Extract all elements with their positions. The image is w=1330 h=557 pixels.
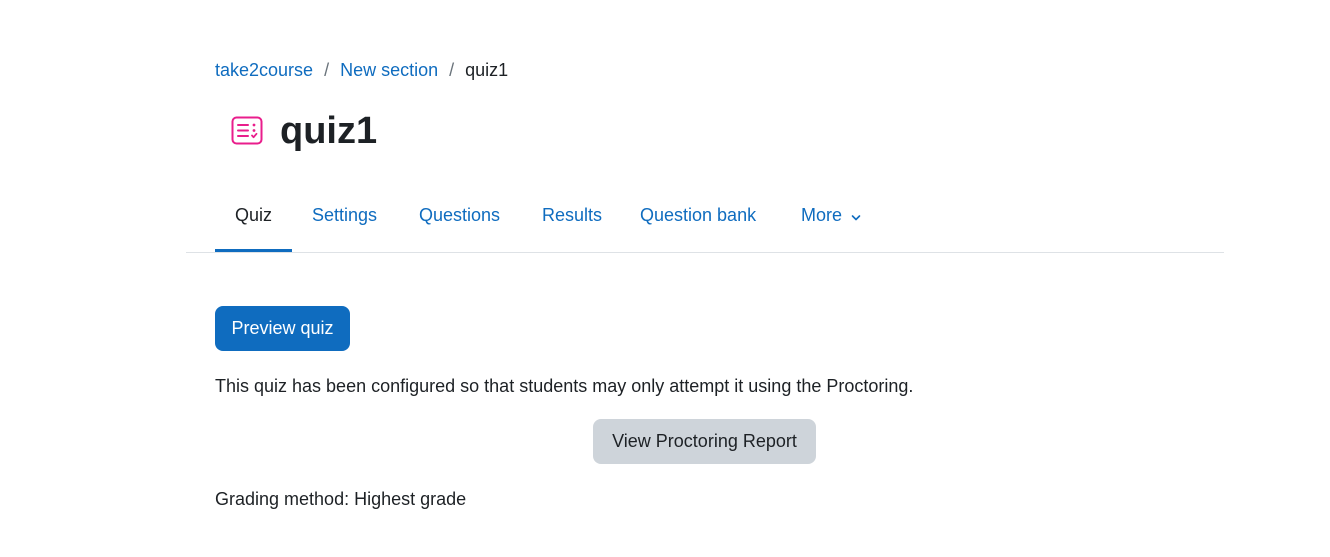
breadcrumb-link-section[interactable]: New section xyxy=(340,58,438,82)
tab-label: Results xyxy=(542,205,603,225)
page-header: quiz1 xyxy=(224,106,377,156)
tab-settings[interactable]: Settings xyxy=(312,190,377,250)
proctoring-info-text: This quiz has been configured so that st… xyxy=(215,376,914,396)
page-title: quiz1 xyxy=(280,110,378,152)
tab-label: Quiz xyxy=(235,205,273,225)
secondary-navigation: Quiz Settings Questions Results Question… xyxy=(186,190,1224,253)
chevron-down-icon xyxy=(851,191,861,241)
tab-questions[interactable]: Questions xyxy=(419,190,500,250)
tab-label: More xyxy=(801,205,843,225)
breadcrumb: take2course / New section / quiz1 xyxy=(215,58,508,82)
tab-label: Settings xyxy=(312,205,378,225)
tab-results[interactable]: Results xyxy=(542,190,602,250)
tab-label: Question bank xyxy=(640,205,757,225)
tab-more[interactable]: More xyxy=(801,190,861,250)
quiz-icon xyxy=(224,106,270,156)
breadcrumb-current: quiz1 xyxy=(465,60,509,80)
tab-question-bank[interactable]: Question bank xyxy=(640,190,756,250)
preview-quiz-button[interactable]: Preview quiz xyxy=(215,306,350,351)
breadcrumb-separator: / xyxy=(449,60,455,80)
view-proctoring-report-button[interactable]: View Proctoring Report xyxy=(593,419,816,464)
breadcrumb-link-course[interactable]: take2course xyxy=(215,58,313,82)
grading-method-text: Grading method: Highest grade xyxy=(215,489,467,509)
tab-quiz[interactable]: Quiz xyxy=(215,190,293,252)
breadcrumb-separator: / xyxy=(324,60,330,80)
tab-label: Questions xyxy=(419,205,501,225)
page: take2course / New section / quiz1 quiz1 … xyxy=(0,0,1330,557)
